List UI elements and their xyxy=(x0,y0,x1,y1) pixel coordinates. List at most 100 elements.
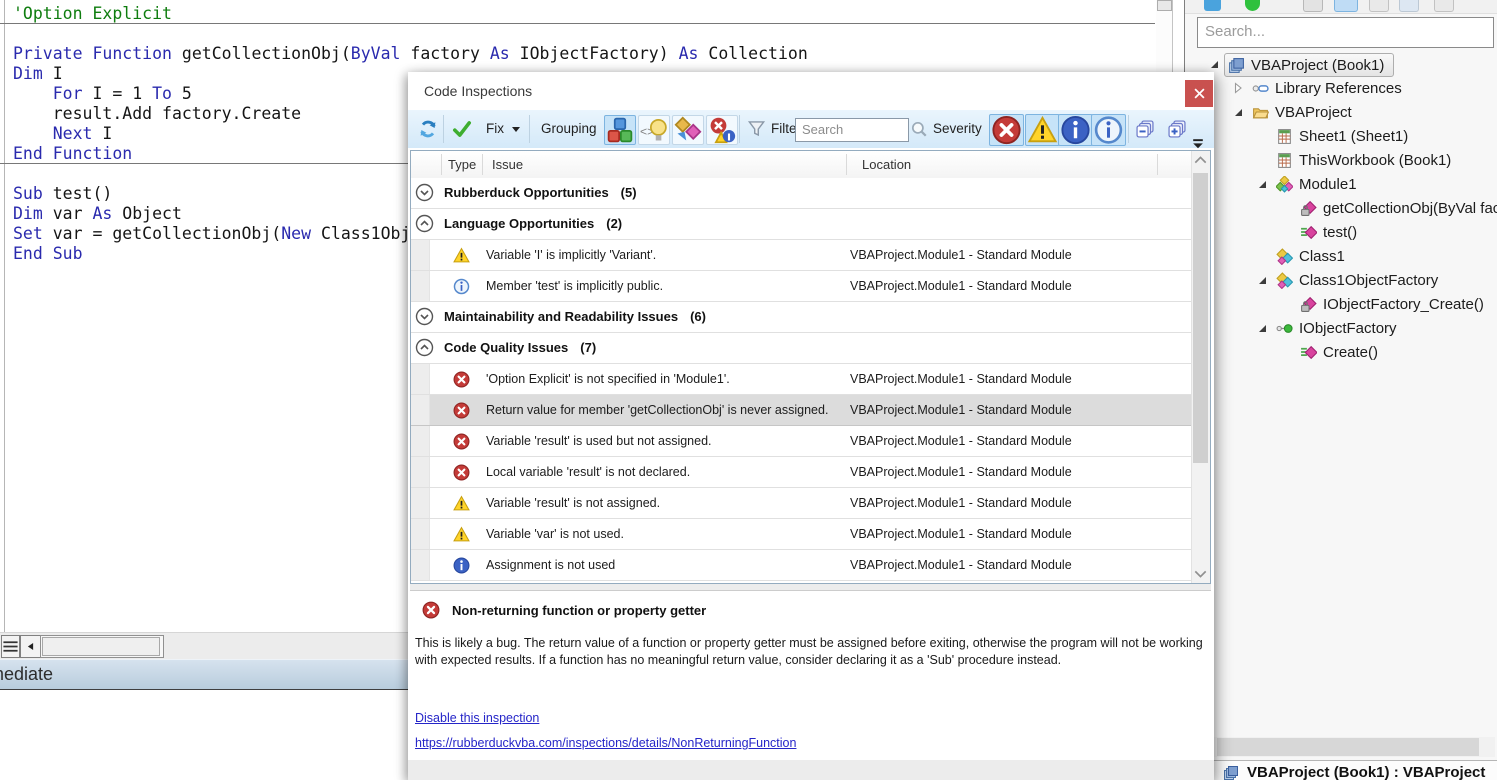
clipped-run-icon[interactable] xyxy=(1245,0,1260,11)
inspection-details-link[interactable]: https://rubberduckvba.com/inspections/de… xyxy=(415,736,796,750)
fix-label[interactable]: Fix xyxy=(486,121,504,136)
explorer-hscroll-thumb[interactable] xyxy=(1217,738,1479,756)
inspection-group-row[interactable]: Maintainability and Readability Issues (6… xyxy=(411,302,1192,333)
disable-inspection-link[interactable]: Disable this inspection xyxy=(415,711,539,725)
tree-item-iobjectfactory-create[interactable]: IObjectFactory_Create() xyxy=(1185,292,1497,316)
tree-item-iobjectfactory[interactable]: IObjectFactory xyxy=(1185,316,1497,340)
inspection-result-row[interactable]: Return value for member 'getCollectionOb… xyxy=(411,395,1192,426)
tree-node[interactable]: Library References xyxy=(1252,77,1402,99)
tree-item-module1[interactable]: Module1 xyxy=(1185,172,1497,196)
scroll-left-button[interactable] xyxy=(20,635,41,658)
clipped-toolbar-icon[interactable] xyxy=(1369,0,1389,12)
column-header-type[interactable]: Type xyxy=(448,157,476,172)
issue-text: Return value for member 'getCollectionOb… xyxy=(486,403,829,417)
tree-item-thisworkbook-book1[interactable]: ThisWorkbook (Book1) xyxy=(1185,148,1497,172)
inspection-group-row[interactable]: Code Quality Issues (7) xyxy=(411,333,1192,364)
dialog-titlebar[interactable]: Code Inspections xyxy=(408,72,1214,110)
inspection-result-row[interactable]: Variable 'result' is used but not assign… xyxy=(411,426,1192,457)
severity-warning-toggle[interactable] xyxy=(1025,114,1060,146)
scroll-up-button[interactable] xyxy=(1194,155,1207,165)
inspection-result-row[interactable]: Local variable 'result' is not declared.… xyxy=(411,457,1192,488)
explorer-search-input[interactable]: Search... xyxy=(1197,17,1494,48)
tree-node[interactable]: IObjectFactory_Create() xyxy=(1300,293,1484,315)
grid-vscroll-thumb[interactable] xyxy=(1193,173,1208,463)
collapse-group-icon[interactable] xyxy=(415,338,434,357)
column-header-location[interactable]: Location xyxy=(862,157,911,172)
group-by-inspection-button[interactable]: <> xyxy=(638,115,670,145)
tree-item-sheet1-sheet1[interactable]: Sheet1 (Sheet1) xyxy=(1185,124,1497,148)
severity-error-toggle[interactable] xyxy=(989,114,1024,146)
collapse-node-icon[interactable] xyxy=(1231,105,1245,119)
tree-node[interactable]: Module1 xyxy=(1276,173,1357,195)
tree-node[interactable]: Class1ObjectFactory xyxy=(1276,269,1438,291)
split-handle-icon[interactable] xyxy=(1,635,20,658)
grid-vertical-scrollbar[interactable] xyxy=(1191,151,1210,583)
row-gutter xyxy=(411,271,430,301)
expand-node-icon[interactable] xyxy=(1231,81,1245,95)
hscroll-thumb[interactable] xyxy=(42,637,160,656)
tree-node[interactable]: Sheet1 (Sheet1) xyxy=(1276,125,1408,147)
tree-item-getcollectionobj-byval-fact[interactable]: getCollectionObj(ByVal fact xyxy=(1185,196,1497,220)
collapse-node-icon[interactable] xyxy=(1207,57,1221,71)
inspection-result-row[interactable]: Variable 'result' is not assigned. VBAPro… xyxy=(411,488,1192,519)
scroll-down-button[interactable] xyxy=(1194,569,1207,579)
inspection-result-row[interactable]: Assignment is not used VBAProject.Module1… xyxy=(411,550,1192,581)
inspection-result-row[interactable]: Member 'test' is implicitly public. VBAPr… xyxy=(411,271,1192,302)
tree-node[interactable]: getCollectionObj(ByVal fact xyxy=(1300,197,1497,219)
group-by-type-button[interactable] xyxy=(604,115,636,145)
refresh-button[interactable] xyxy=(418,119,438,139)
fix-dropdown-caret[interactable] xyxy=(512,127,520,132)
collapse-all-button[interactable] xyxy=(1134,118,1156,140)
collapse-node-icon[interactable] xyxy=(1255,177,1269,191)
fix-button[interactable] xyxy=(452,119,472,139)
search-icon[interactable] xyxy=(910,120,928,138)
issue-text: Variable 'I' is implicitly 'Variant'. xyxy=(486,248,657,262)
explorer-horizontal-scrollbar[interactable] xyxy=(1195,737,1495,757)
toolbar-separator xyxy=(739,115,740,143)
inspection-description: This is likely a bug. The return value o… xyxy=(415,636,1203,667)
issue-text: Member 'test' is implicitly public. xyxy=(486,279,664,293)
clipped-toolbar-icon[interactable] xyxy=(1399,0,1419,12)
tree-item-vbaproject[interactable]: VBAProject xyxy=(1185,100,1497,124)
clipped-toolbar-icon[interactable] xyxy=(1434,0,1454,12)
inspection-result-row[interactable]: Variable 'var' is not used. VBAProject.Mo… xyxy=(411,519,1192,550)
expand-group-icon[interactable] xyxy=(415,307,434,326)
inspection-result-row[interactable]: 'Option Explicit' is not specified in 'M… xyxy=(411,364,1192,395)
tree-node[interactable]: ThisWorkbook (Book1) xyxy=(1276,149,1451,171)
group-by-location-button[interactable] xyxy=(672,115,704,145)
clipped-toolbar-icon[interactable] xyxy=(1303,0,1323,12)
tree-item-test[interactable]: test() xyxy=(1185,220,1497,244)
hscroll-track[interactable] xyxy=(40,635,164,658)
vscroll-button[interactable] xyxy=(1157,0,1172,11)
group-by-severity-button[interactable] xyxy=(706,115,738,145)
severity-suggestion-toggle[interactable] xyxy=(1058,114,1093,146)
collapse-node-icon[interactable] xyxy=(1255,273,1269,287)
tree-node[interactable]: IObjectFactory xyxy=(1276,317,1397,339)
tree-item-library-references[interactable]: Library References xyxy=(1185,76,1497,100)
tree-node[interactable]: test() xyxy=(1300,221,1357,243)
selected-node[interactable]: VBAProject (Book1) xyxy=(1224,53,1395,77)
filter-icon[interactable] xyxy=(747,119,766,138)
tree-node-label: IObjectFactory xyxy=(1299,319,1397,337)
column-header-issue[interactable]: Issue xyxy=(492,157,523,172)
tree-item-vbaproject-book1[interactable]: VBAProject (Book1) xyxy=(1185,52,1497,77)
inspections-search-input[interactable]: Search xyxy=(795,118,909,142)
inspection-result-row[interactable]: Variable 'I' is implicitly 'Variant'. VBA… xyxy=(411,240,1192,271)
toolbar-overflow-button[interactable] xyxy=(1192,138,1204,150)
severity-hint-toggle[interactable] xyxy=(1091,114,1126,146)
tree-item-class1[interactable]: Class1 xyxy=(1185,244,1497,268)
expand-group-icon[interactable] xyxy=(415,183,434,202)
expand-all-button[interactable] xyxy=(1166,118,1188,140)
tree-node[interactable]: Create() xyxy=(1300,341,1378,363)
inspection-group-row[interactable]: Language Opportunities (2) xyxy=(411,209,1192,240)
clipped-refresh-icon[interactable] xyxy=(1204,0,1221,11)
tree-node[interactable]: Class1 xyxy=(1276,245,1345,267)
close-button[interactable] xyxy=(1185,80,1213,107)
clipped-toolbar-icon[interactable] xyxy=(1334,0,1358,12)
inspection-group-row[interactable]: Rubberduck Opportunities (5) xyxy=(411,178,1192,209)
collapse-node-icon[interactable] xyxy=(1255,321,1269,335)
tree-item-create[interactable]: Create() xyxy=(1185,340,1497,364)
tree-node[interactable]: VBAProject xyxy=(1252,101,1352,123)
tree-item-class1objectfactory[interactable]: Class1ObjectFactory xyxy=(1185,268,1497,292)
collapse-group-icon[interactable] xyxy=(415,214,434,233)
